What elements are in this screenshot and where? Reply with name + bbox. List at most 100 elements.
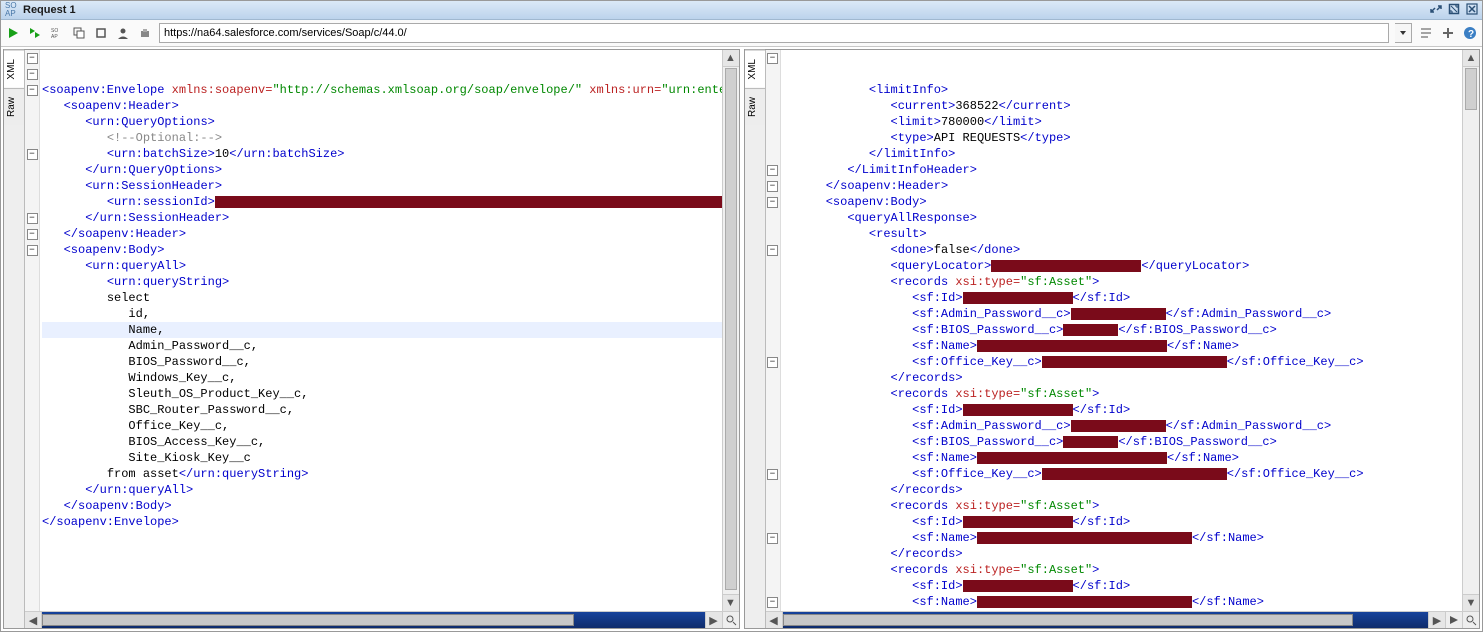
code-line[interactable]: <sf:Name></sf:Name>	[783, 338, 1463, 354]
titlebar[interactable]: SOAP Request 1	[1, 1, 1482, 20]
code-line[interactable]: <soapenv:Header>	[42, 98, 722, 114]
fold-toggle[interactable]: −	[27, 69, 38, 80]
close-icon[interactable]	[1464, 2, 1480, 16]
fold-toggle[interactable]: −	[767, 597, 778, 608]
request-vscrollbar[interactable]: ▲ ▼	[722, 50, 739, 611]
soap-send-button[interactable]: SOAP	[49, 25, 65, 41]
response-hscrollbar[interactable]: ◀ ▶	[766, 612, 1446, 628]
code-line[interactable]: </soapenv:Envelope>	[42, 514, 722, 530]
code-line[interactable]: Admin_Password__c,	[42, 338, 722, 354]
fold-toggle[interactable]: −	[767, 165, 778, 176]
endpoint-dropdown[interactable]	[1395, 23, 1412, 43]
code-line[interactable]: <sf:Office_Key__c></sf:Office_Key__c>	[783, 354, 1463, 370]
fold-toggle[interactable]: −	[27, 229, 38, 240]
help-button[interactable]: ?	[1462, 25, 1478, 41]
fold-toggle[interactable]: −	[767, 245, 778, 256]
fold-toggle[interactable]: −	[767, 53, 778, 64]
code-line[interactable]: <limitInfo>	[783, 82, 1463, 98]
code-line[interactable]: </urn:QueryOptions>	[42, 162, 722, 178]
code-line[interactable]: SBC_Router_Password__c,	[42, 402, 722, 418]
wsi-button[interactable]	[1418, 25, 1434, 41]
code-line[interactable]: from asset</urn:queryString>	[42, 466, 722, 482]
code-line[interactable]: <sf:Id></sf:Id>	[783, 402, 1463, 418]
code-line[interactable]: <soapenv:Body>	[783, 194, 1463, 210]
fold-toggle[interactable]: −	[767, 197, 778, 208]
response-goto-button[interactable]	[1445, 612, 1462, 628]
code-line[interactable]: <records xsi:type="sf:Asset">	[783, 274, 1463, 290]
request-search-button[interactable]	[722, 612, 739, 628]
code-line[interactable]: <sf:Admin_Password__c></sf:Admin_Passwor…	[783, 418, 1463, 434]
code-line[interactable]: <sf:Office_Key__c></sf:Office_Key__c>	[783, 466, 1463, 482]
code-line[interactable]: <type>API REQUESTS</type>	[783, 130, 1463, 146]
code-line[interactable]: </soapenv:Header>	[42, 226, 722, 242]
code-line[interactable]: <done>false</done>	[783, 242, 1463, 258]
code-line[interactable]: <sf:Id></sf:Id>	[783, 578, 1463, 594]
code-line[interactable]: <current>368522</current>	[783, 98, 1463, 114]
tab-raw[interactable]: Raw	[4, 88, 24, 125]
code-line[interactable]: <sf:Id></sf:Id>	[783, 514, 1463, 530]
code-line[interactable]: </soapenv:Body>	[42, 498, 722, 514]
run-sequence-button[interactable]	[27, 25, 43, 41]
code-line[interactable]: select	[42, 290, 722, 306]
new-window-button[interactable]	[71, 25, 87, 41]
code-line[interactable]: <soapenv:Body>	[42, 242, 722, 258]
code-line[interactable]: <limit>780000</limit>	[783, 114, 1463, 130]
fold-toggle[interactable]: −	[27, 149, 38, 160]
code-line[interactable]: Windows_Key__c,	[42, 370, 722, 386]
fold-toggle[interactable]: −	[767, 357, 778, 368]
code-line[interactable]: Site_Kiosk_Key__c	[42, 450, 722, 466]
code-line[interactable]: <sf:BIOS_Password__c></sf:BIOS_Password_…	[783, 434, 1463, 450]
code-line[interactable]: <result>	[783, 226, 1463, 242]
user-button[interactable]	[115, 25, 131, 41]
request-hscrollbar[interactable]: ◀ ▶	[25, 612, 722, 628]
request-editor[interactable]: <soapenv:Envelope xmlns:soapenv="http://…	[40, 50, 722, 611]
code-line[interactable]: <sf:Admin_Password__c></sf:Admin_Passwor…	[783, 306, 1463, 322]
code-line[interactable]: </urn:queryAll>	[42, 482, 722, 498]
code-line[interactable]: </soapenv:Header>	[783, 178, 1463, 194]
code-line[interactable]: </limitInfo>	[783, 146, 1463, 162]
run-button[interactable]	[5, 25, 21, 41]
tab-raw-resp[interactable]: Raw	[745, 88, 765, 125]
code-line[interactable]: <urn:sessionId>	[42, 194, 722, 210]
code-line[interactable]: <sf:Name></sf:Name>	[783, 450, 1463, 466]
code-line[interactable]: BIOS_Password__c,	[42, 354, 722, 370]
code-line[interactable]: </records>	[783, 370, 1463, 386]
code-line[interactable]: <records xsi:type="sf:Asset">	[783, 498, 1463, 514]
code-line[interactable]: <sf:BIOS_Password__c></sf:BIOS_Password_…	[783, 322, 1463, 338]
attachment-button[interactable]	[137, 25, 153, 41]
restore-icon[interactable]	[1428, 2, 1444, 16]
code-line[interactable]: <records xsi:type="sf:Asset">	[783, 562, 1463, 578]
code-line[interactable]: <records xsi:type="sf:Asset">	[783, 386, 1463, 402]
add-button[interactable]	[1440, 25, 1456, 41]
code-line[interactable]: <soapenv:Envelope xmlns:soapenv="http://…	[42, 82, 722, 98]
code-line[interactable]: id,	[42, 306, 722, 322]
code-line[interactable]: <urn:queryString>	[42, 274, 722, 290]
fold-toggle[interactable]: −	[767, 533, 778, 544]
code-line[interactable]: <queryLocator></queryLocator>	[783, 258, 1463, 274]
response-search-button[interactable]	[1462, 612, 1479, 628]
response-vscrollbar[interactable]: ▲ ▼	[1462, 50, 1479, 611]
code-line[interactable]: BIOS_Access_Key__c,	[42, 434, 722, 450]
code-line[interactable]: </records>	[783, 482, 1463, 498]
code-line[interactable]: Sleuth_OS_Product_Key__c,	[42, 386, 722, 402]
tab-xml[interactable]: XML	[4, 50, 24, 88]
code-line[interactable]: <queryAllResponse>	[783, 210, 1463, 226]
fold-toggle[interactable]: −	[767, 181, 778, 192]
code-line[interactable]: Office_Key__c,	[42, 418, 722, 434]
maximize-icon[interactable]	[1446, 2, 1462, 16]
code-line[interactable]: <!--Optional:-->	[42, 130, 722, 146]
endpoint-input[interactable]	[159, 23, 1389, 43]
code-line[interactable]: <urn:queryAll>	[42, 258, 722, 274]
code-line[interactable]: </LimitInfoHeader>	[783, 162, 1463, 178]
code-line[interactable]: <sf:Name></sf:Name>	[783, 594, 1463, 610]
fold-toggle[interactable]: −	[27, 213, 38, 224]
code-line[interactable]: <sf:Id></sf:Id>	[783, 290, 1463, 306]
code-line[interactable]: <urn:QueryOptions>	[42, 114, 722, 130]
fold-toggle[interactable]: −	[27, 245, 38, 256]
code-line[interactable]: </records>	[783, 546, 1463, 562]
stop-button[interactable]	[93, 25, 109, 41]
fold-toggle[interactable]: −	[27, 53, 38, 64]
code-line[interactable]: </records>	[783, 610, 1463, 611]
code-line[interactable]: <urn:SessionHeader>	[42, 178, 722, 194]
tab-xml-resp[interactable]: XML	[745, 50, 765, 88]
